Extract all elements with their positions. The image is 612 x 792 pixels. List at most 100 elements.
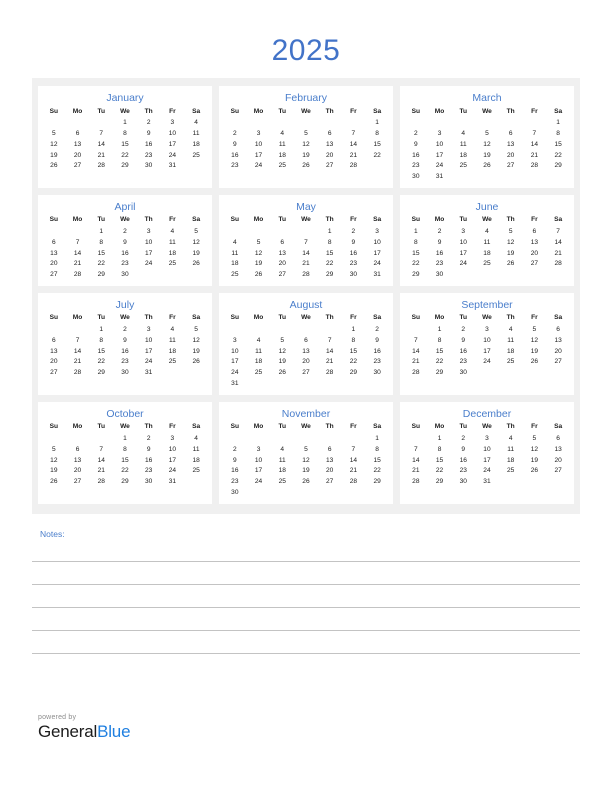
day-cell[interactable]: 19 [184,249,208,260]
day-cell[interactable]: 30 [223,488,247,499]
day-cell[interactable]: 26 [294,161,318,172]
day-cell[interactable]: 22 [89,357,113,368]
day-cell[interactable]: 30 [137,477,161,488]
day-cell[interactable]: 7 [66,336,90,347]
day-cell[interactable]: 30 [137,161,161,172]
day-cell[interactable]: 25 [184,466,208,477]
day-cell[interactable]: 3 [451,227,475,238]
day-cell[interactable]: 11 [184,445,208,456]
day-cell[interactable]: 27 [270,270,294,281]
day-cell[interactable]: 1 [365,434,389,445]
day-cell[interactable]: 31 [137,368,161,379]
day-cell[interactable]: 19 [523,455,547,466]
day-cell[interactable]: 9 [342,238,366,249]
day-cell[interactable]: 12 [270,347,294,358]
day-cell[interactable]: 9 [451,336,475,347]
day-cell[interactable]: 12 [523,336,547,347]
day-cell[interactable]: 28 [89,477,113,488]
day-cell[interactable]: 29 [546,161,570,172]
day-cell[interactable]: 22 [89,259,113,270]
day-cell[interactable]: 25 [270,477,294,488]
day-cell[interactable]: 23 [113,259,137,270]
day-cell[interactable]: 16 [404,150,428,161]
day-cell[interactable]: 7 [546,227,570,238]
day-cell[interactable]: 15 [365,140,389,151]
day-cell[interactable]: 17 [475,347,499,358]
day-cell[interactable]: 19 [184,347,208,358]
day-cell[interactable]: 23 [342,259,366,270]
day-cell[interactable]: 22 [318,259,342,270]
day-cell[interactable]: 25 [270,161,294,172]
day-cell[interactable]: 9 [451,445,475,456]
day-cell[interactable]: 22 [428,357,452,368]
notes-line[interactable] [32,546,580,563]
day-cell[interactable]: 21 [342,466,366,477]
day-cell[interactable]: 28 [523,161,547,172]
day-cell[interactable]: 21 [294,259,318,270]
day-cell[interactable]: 18 [451,150,475,161]
day-cell[interactable]: 8 [428,336,452,347]
day-cell[interactable]: 20 [523,249,547,260]
day-cell[interactable]: 2 [137,118,161,129]
day-cell[interactable]: 7 [342,445,366,456]
day-cell[interactable]: 1 [89,325,113,336]
day-cell[interactable]: 8 [404,238,428,249]
day-cell[interactable]: 24 [475,466,499,477]
day-cell[interactable]: 17 [161,455,185,466]
day-cell[interactable]: 13 [546,336,570,347]
day-cell[interactable]: 8 [113,445,137,456]
day-cell[interactable]: 19 [42,466,66,477]
day-cell[interactable]: 21 [404,466,428,477]
day-cell[interactable]: 19 [247,259,271,270]
day-cell[interactable]: 5 [270,336,294,347]
day-cell[interactable]: 8 [113,129,137,140]
day-cell[interactable]: 4 [184,434,208,445]
day-cell[interactable]: 13 [294,347,318,358]
day-cell[interactable]: 26 [270,368,294,379]
day-cell[interactable]: 11 [475,238,499,249]
day-cell[interactable]: 15 [113,455,137,466]
day-cell[interactable]: 22 [404,259,428,270]
day-cell[interactable]: 29 [428,477,452,488]
day-cell[interactable]: 13 [42,249,66,260]
day-cell[interactable]: 30 [404,172,428,183]
day-cell[interactable]: 14 [66,347,90,358]
day-cell[interactable]: 12 [294,140,318,151]
day-cell[interactable]: 15 [428,347,452,358]
day-cell[interactable]: 6 [523,227,547,238]
day-cell[interactable]: 4 [451,129,475,140]
day-cell[interactable]: 30 [451,477,475,488]
day-cell[interactable]: 16 [451,347,475,358]
day-cell[interactable]: 30 [365,368,389,379]
day-cell[interactable]: 9 [113,336,137,347]
day-cell[interactable]: 15 [404,249,428,260]
day-cell[interactable]: 5 [184,325,208,336]
day-cell[interactable]: 31 [161,161,185,172]
day-cell[interactable]: 26 [42,161,66,172]
day-cell[interactable]: 10 [137,238,161,249]
day-cell[interactable]: 9 [137,129,161,140]
day-cell[interactable]: 3 [161,434,185,445]
day-cell[interactable]: 27 [523,259,547,270]
day-cell[interactable]: 8 [318,238,342,249]
day-cell[interactable]: 25 [475,259,499,270]
day-cell[interactable]: 4 [499,325,523,336]
day-cell[interactable]: 16 [223,466,247,477]
day-cell[interactable]: 16 [137,140,161,151]
day-cell[interactable]: 30 [113,368,137,379]
day-cell[interactable]: 1 [404,227,428,238]
day-cell[interactable]: 17 [428,150,452,161]
day-cell[interactable]: 17 [137,347,161,358]
day-cell[interactable]: 13 [523,238,547,249]
day-cell[interactable]: 6 [546,325,570,336]
day-cell[interactable]: 28 [318,368,342,379]
day-cell[interactable]: 11 [499,445,523,456]
day-cell[interactable]: 14 [523,140,547,151]
day-cell[interactable]: 23 [428,259,452,270]
day-cell[interactable]: 10 [161,129,185,140]
day-cell[interactable]: 28 [66,368,90,379]
day-cell[interactable]: 18 [161,249,185,260]
day-cell[interactable]: 17 [365,249,389,260]
day-cell[interactable]: 23 [451,466,475,477]
day-cell[interactable]: 1 [342,325,366,336]
